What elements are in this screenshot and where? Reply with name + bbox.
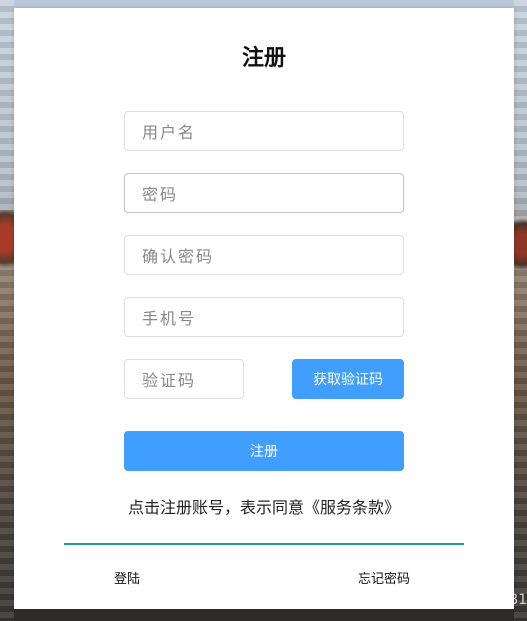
get-code-button[interactable]: 获取验证码: [292, 359, 404, 399]
register-card: 注册 用户名 密码 确认密码 手机号 验证码 获取验证码 注册 点击注册账号，表…: [14, 8, 514, 609]
login-link[interactable]: 登陆: [114, 568, 140, 587]
divider: [64, 543, 464, 545]
password-placeholder: 密码: [142, 185, 179, 204]
background-left: [0, 0, 14, 621]
username-placeholder: 用户名: [142, 123, 197, 142]
background-right: [514, 0, 527, 621]
confirm-password-input[interactable]: 确认密码: [124, 235, 404, 275]
phone-input[interactable]: 手机号: [124, 297, 404, 337]
register-button[interactable]: 注册: [124, 431, 404, 471]
page-title: 注册: [241, 46, 286, 71]
password-input[interactable]: 密码: [124, 173, 404, 213]
watermark: https://blog.csdn.net/qq_42027681: [275, 592, 527, 608]
forgot-password-link[interactable]: 忘记密码: [358, 568, 410, 587]
verification-code-input[interactable]: 验证码: [124, 359, 244, 399]
verification-code-placeholder: 验证码: [142, 371, 197, 390]
username-input[interactable]: 用户名: [124, 111, 404, 151]
confirm-password-placeholder: 确认密码: [142, 247, 215, 266]
background-figure-right: [512, 215, 527, 280]
phone-placeholder: 手机号: [142, 309, 197, 328]
terms-text: 点击注册账号，表示同意《服务条款》: [127, 498, 400, 517]
